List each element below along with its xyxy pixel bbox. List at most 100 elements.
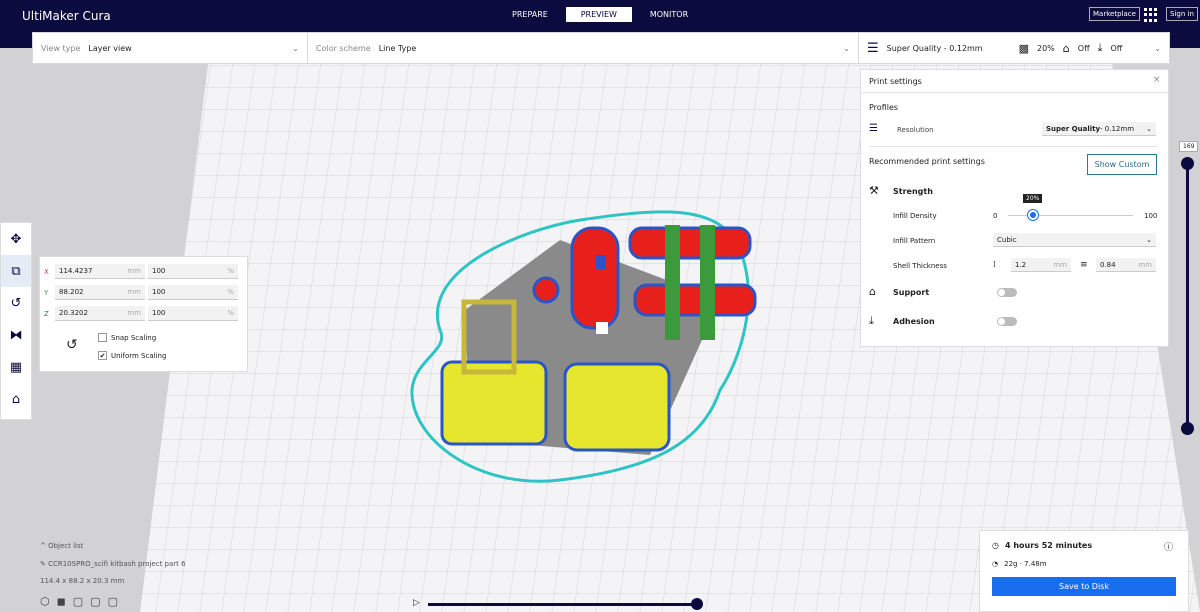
adhesion-icon: ⤓ bbox=[869, 314, 874, 327]
unit: % bbox=[227, 267, 234, 275]
scale-tool-panel: X 114.4237 mm 100% Y 88.202 mm 100% Z 20.320… bbox=[39, 256, 248, 372]
percent-input[interactable]: 100% bbox=[148, 306, 238, 321]
3d-view-icon[interactable]: ⬡ bbox=[40, 595, 50, 608]
scale-row-x: X 114.4237 mm 100% bbox=[44, 264, 238, 279]
wall-value: 1.2 bbox=[1015, 260, 1027, 269]
tab-monitor[interactable]: MONITOR bbox=[638, 7, 700, 22]
uniform-scaling-label: Uniform Scaling bbox=[111, 351, 167, 360]
infill-icon: ▩ bbox=[1018, 41, 1029, 55]
info-icon[interactable]: ⓘ bbox=[1164, 540, 1173, 553]
unit: mm bbox=[1138, 260, 1152, 269]
adhesion-toggle[interactable] bbox=[997, 317, 1017, 326]
close-icon[interactable]: × bbox=[1153, 75, 1161, 85]
color-scheme-label: Color scheme bbox=[316, 43, 371, 53]
unit: % bbox=[227, 288, 234, 296]
snap-scaling-label: Snap Scaling bbox=[111, 333, 157, 342]
layer-slider-bottom-handle[interactable] bbox=[1181, 422, 1194, 435]
recommended-heading: Recommended print settings bbox=[869, 157, 985, 166]
mirror-tool-icon[interactable]: ⧓ bbox=[1, 319, 31, 351]
infill-min: 0 bbox=[993, 212, 998, 220]
unit: mm bbox=[1053, 260, 1067, 269]
size-value: 88.202 bbox=[59, 288, 84, 296]
size-input[interactable]: 20.3202 mm bbox=[55, 306, 145, 321]
infill-max: 100 bbox=[1144, 212, 1158, 220]
layer-slider-track[interactable] bbox=[1186, 160, 1189, 428]
tab-prepare[interactable]: PREPARE bbox=[500, 7, 560, 22]
resolution-icon: ☰ bbox=[869, 123, 878, 134]
tool-sidebar: ✥ ⧉ ↺ ⧓ ▦ ⌂ bbox=[0, 222, 32, 420]
path-slider-track[interactable] bbox=[428, 603, 696, 606]
percent-input[interactable]: 100% bbox=[148, 285, 238, 300]
wall-thickness-icon: ⁞ bbox=[993, 260, 996, 270]
view-type-select[interactable]: View type Layer view ⌄ bbox=[32, 32, 308, 64]
layer-slider-top-handle[interactable] bbox=[1181, 157, 1194, 170]
left-view-icon[interactable]: ▢ bbox=[90, 595, 100, 608]
infill-slider-handle[interactable] bbox=[1028, 210, 1038, 220]
object-list-toggle[interactable]: ^ Object list bbox=[40, 542, 83, 550]
checkbox[interactable] bbox=[98, 333, 107, 342]
scale-row-y: Y 88.202 mm 100% bbox=[44, 285, 238, 300]
panel-title: Print settings bbox=[869, 77, 922, 86]
move-tool-icon[interactable]: ✥ bbox=[1, 223, 31, 255]
scale-row-z: Z 20.3202 mm 100% bbox=[44, 306, 238, 321]
print-settings-summary[interactable]: ☰ Super Quality - 0.12mm ▩ 20% ⌂ Off ⤓ O… bbox=[858, 32, 1170, 64]
chevron-down-icon: ⌄ bbox=[292, 43, 299, 53]
rotate-tool-icon[interactable]: ↺ bbox=[1, 287, 31, 319]
material-usage: ◔ 22g · 7.48m bbox=[992, 560, 1047, 568]
infill-summary: 20% bbox=[1037, 43, 1055, 53]
clock-icon: ◷ bbox=[992, 541, 999, 550]
axis-label: X bbox=[44, 267, 49, 276]
top-view-icon[interactable]: ▢ bbox=[73, 595, 83, 608]
support-toggle[interactable] bbox=[997, 288, 1017, 297]
strength-icon: ⚒ bbox=[869, 184, 879, 197]
size-input[interactable]: 88.202 mm bbox=[55, 285, 145, 300]
snap-scaling-checkbox[interactable]: Snap Scaling bbox=[98, 333, 156, 342]
support-summary: Off bbox=[1077, 43, 1090, 53]
per-model-settings-icon[interactable]: ▦ bbox=[1, 351, 31, 383]
scale-tool-icon[interactable]: ⧉ bbox=[1, 255, 31, 287]
chevron-down-icon: ⌄ bbox=[1146, 235, 1152, 244]
object-dimensions: 114.4 x 88.2 x 20.3 mm bbox=[40, 577, 125, 585]
marketplace-button[interactable]: Marketplace bbox=[1089, 7, 1140, 21]
play-icon[interactable]: ▷ bbox=[413, 598, 420, 608]
unit: % bbox=[227, 309, 234, 317]
apps-grid-icon[interactable] bbox=[1144, 8, 1158, 22]
adhesion-icon: ⤓ bbox=[1097, 41, 1103, 54]
size-input[interactable]: 114.4237 mm bbox=[55, 264, 145, 279]
stage-tabs: PREPARE PREVIEW MONITOR bbox=[500, 7, 700, 22]
resolution-layer: - 0.12mm bbox=[1100, 124, 1135, 133]
show-custom-button[interactable]: Show Custom bbox=[1087, 154, 1157, 175]
adhesion-summary: Off bbox=[1110, 43, 1123, 53]
infill-slider-track[interactable] bbox=[1008, 215, 1133, 216]
object-list-label: Object list bbox=[48, 542, 84, 550]
percent-value: 100 bbox=[152, 309, 166, 317]
infill-pattern-select[interactable]: Cubic ⌄ bbox=[993, 233, 1156, 247]
tab-preview[interactable]: PREVIEW bbox=[565, 7, 632, 22]
top-bottom-thickness-icon: ≡ bbox=[1080, 260, 1088, 270]
print-settings-panel: Print settings × Profiles ☰ Resolution S… bbox=[860, 69, 1169, 347]
view-type-value: Layer view bbox=[88, 43, 132, 53]
uniform-scaling-checkbox[interactable]: ✔ Uniform Scaling bbox=[98, 351, 166, 360]
object-name[interactable]: ✎ CCR10SPRO_scifi kitbash project part 6 bbox=[40, 560, 186, 568]
save-to-disk-button[interactable]: Save to Disk bbox=[992, 577, 1176, 596]
right-view-icon[interactable]: ▢ bbox=[108, 595, 118, 608]
percent-input[interactable]: 100% bbox=[148, 264, 238, 279]
wall-thickness-input[interactable]: 1.2 mm bbox=[1011, 258, 1071, 272]
reset-scale-icon[interactable]: ↺ bbox=[66, 337, 78, 353]
color-scheme-value: Line Type bbox=[378, 43, 417, 53]
infill-pattern-value: Cubic bbox=[997, 235, 1017, 244]
object-name-text: CCR10SPRO_scifi kitbash project part 6 bbox=[48, 560, 186, 568]
checkmark-icon[interactable]: ✔ bbox=[98, 351, 107, 360]
sign-in-button[interactable]: Sign in bbox=[1166, 7, 1198, 21]
support-heading: Support bbox=[893, 288, 930, 297]
front-view-icon[interactable]: ◼ bbox=[57, 595, 66, 608]
unit: mm bbox=[127, 288, 141, 296]
layer-number[interactable]: 169 bbox=[1179, 141, 1199, 152]
resolution-select[interactable]: Super Quality - 0.12mm ⌄ bbox=[1042, 122, 1156, 136]
path-slider-handle[interactable] bbox=[691, 598, 703, 610]
support-blocker-icon[interactable]: ⌂ bbox=[1, 383, 31, 415]
top-bottom-thickness-input[interactable]: 0.84 mm bbox=[1096, 258, 1156, 272]
profile-summary: Super Quality - 0.12mm bbox=[886, 43, 983, 53]
color-scheme-select[interactable]: Color scheme Line Type ⌄ bbox=[307, 32, 859, 64]
percent-value: 100 bbox=[152, 288, 166, 296]
